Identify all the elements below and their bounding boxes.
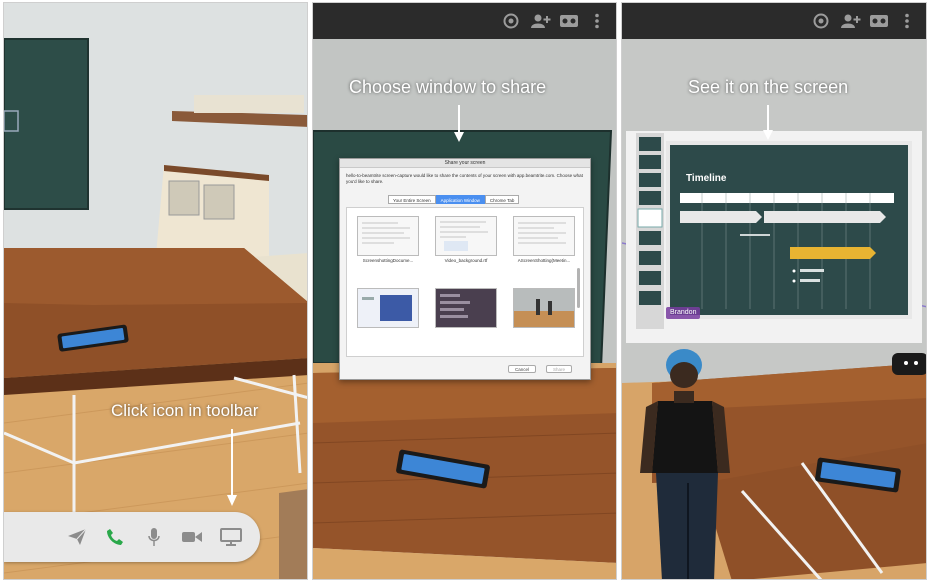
window-thumbnail[interactable] [357,288,419,338]
timeline-graphic [680,193,894,309]
slide-title: Timeline [686,173,727,184]
window-list: ScreenshottingDocume... Video_background… [346,207,584,357]
window-preview [513,216,575,256]
more-options-icon[interactable] [897,11,917,31]
add-user-icon[interactable] [531,11,551,31]
share-screen-dialog: Share your screen hello-to-beamtrite scr… [339,158,591,380]
vr-headset-icon[interactable] [869,11,889,31]
window-thumbnail[interactable]: Video_background.rtf [435,216,497,266]
tab-chrome-tab[interactable]: Chrome Tab [484,195,520,204]
user-name-tag: Brandon [666,307,701,319]
dialog-title: Share your screen [340,159,590,168]
window-label: Video_background.rtf [444,258,488,263]
dialog-description: hello-to-beamtrite screen-capture would … [346,173,583,184]
top-bar [313,3,616,39]
window-preview [513,288,575,328]
panel-choose-window: Choose window to share Share your screen… [312,2,617,580]
window-preview [435,216,497,256]
cancel-button[interactable]: Cancel [508,365,537,373]
phone-icon[interactable] [104,527,126,547]
settings-icon[interactable] [811,11,831,31]
room-scene-1 [4,3,307,579]
window-thumbnail[interactable] [513,288,575,338]
video-camera-icon[interactable] [181,527,203,547]
caption-choose-window: Choose window to share [349,77,547,97]
window-thumbnail[interactable] [435,288,497,338]
share-button[interactable]: Share [546,365,573,373]
window-thumbnail[interactable]: ScreenshottingDocume... [357,216,419,266]
tab-entire-screen[interactable]: Your Entire Screen [388,195,436,204]
bottom-toolbar [4,512,260,562]
arrow-down-icon [227,429,237,506]
send-icon[interactable] [66,527,88,547]
scrollbar[interactable] [577,268,580,308]
panel-see-screen: See it on the screen Timeline Brandon [621,2,927,580]
window-label: AScreenShotting(Meetin... [517,258,571,263]
window-thumbnail[interactable]: AScreenShotting(Meetin... [513,216,575,266]
arrow-down-icon [763,105,773,140]
window-preview [435,288,497,328]
microphone-icon[interactable] [143,527,165,547]
add-user-icon[interactable] [841,11,861,31]
caption-toolbar-hint: Click icon in toolbar [111,401,259,420]
window-label: ScreenshottingDocume... [362,258,414,263]
screenshot-stage: Click icon in toolbar Choose window to s… [0,0,930,584]
panel-toolbar-step: Click icon in toolbar [3,2,308,580]
arrow-down-icon [454,105,464,142]
top-bar [622,3,926,39]
window-preview [357,216,419,256]
settings-icon[interactable] [501,11,521,31]
vr-headset-icon[interactable] [559,11,579,31]
window-preview [357,288,419,328]
more-options-icon[interactable] [587,11,607,31]
dialog-tabs: Your Entire Screen Application Window Ch… [388,195,520,204]
shared-slide: Timeline [666,141,912,319]
screen-share-icon[interactable] [220,527,242,547]
tab-application-window[interactable]: Application Window [435,195,485,204]
caption-see-screen: See it on the screen [688,77,849,97]
